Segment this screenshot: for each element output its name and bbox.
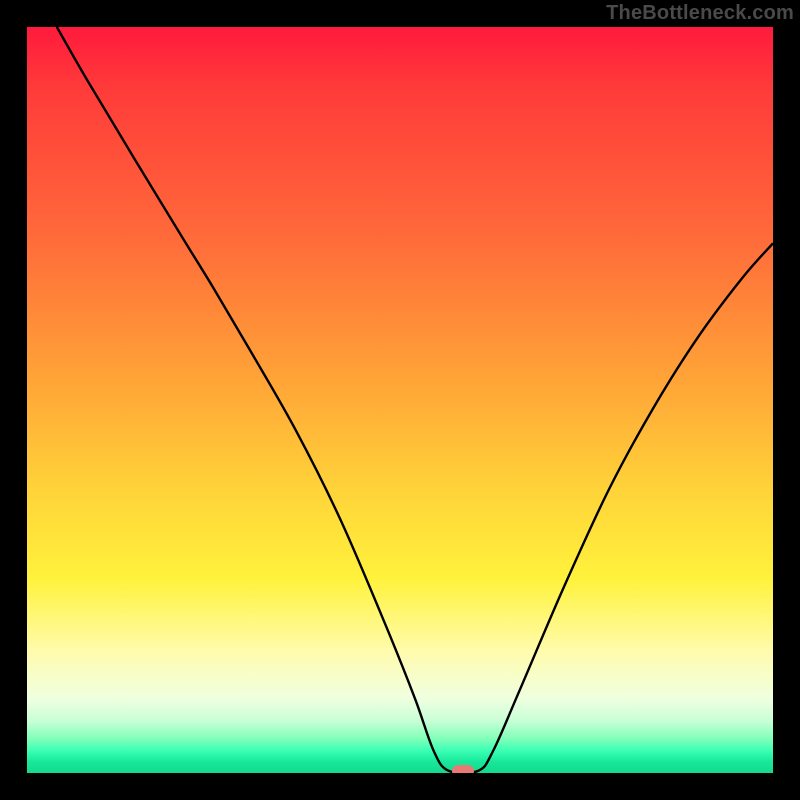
chart-frame: TheBottleneck.com [0, 0, 800, 800]
bottleneck-curve [27, 27, 773, 773]
plot-area [27, 27, 773, 773]
curve-path [57, 27, 773, 773]
watermark-label: TheBottleneck.com [606, 2, 794, 25]
minimum-marker [452, 765, 474, 773]
